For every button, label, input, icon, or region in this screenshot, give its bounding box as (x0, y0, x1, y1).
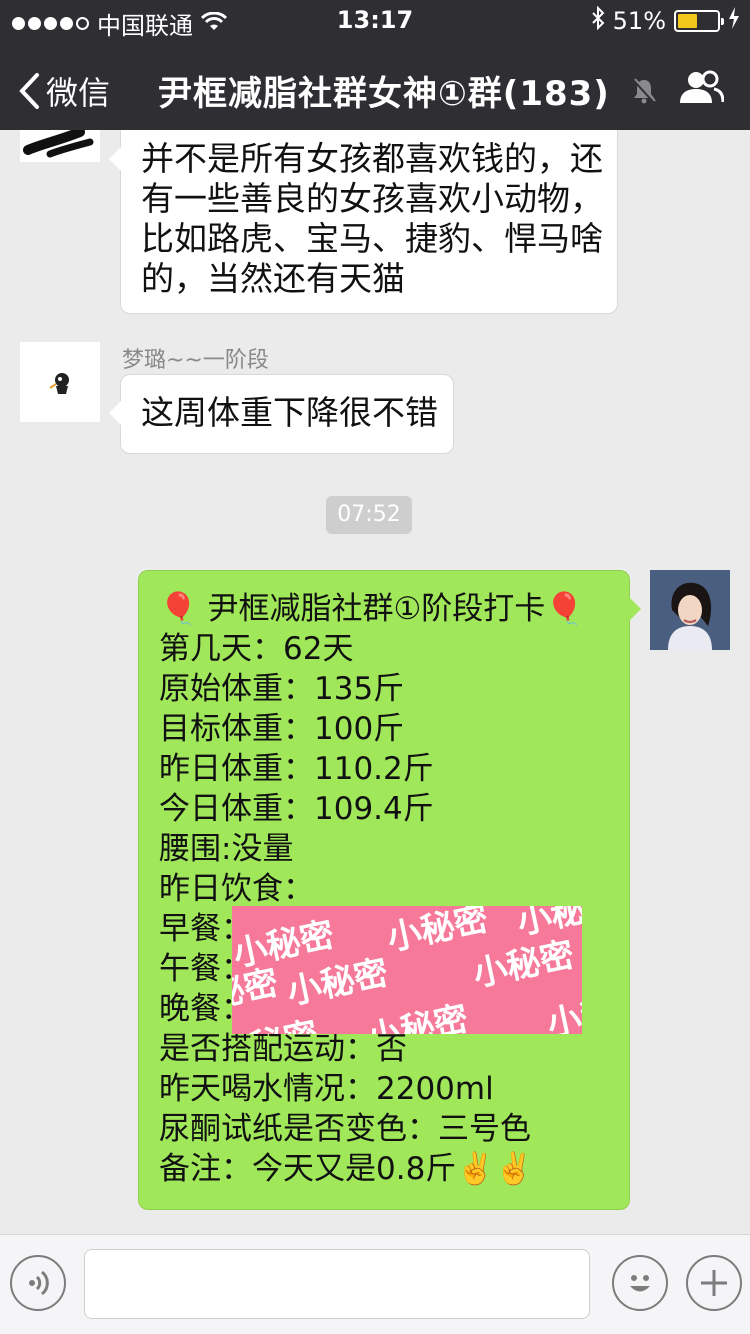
message-text-line: 昨日饮食： (159, 871, 314, 907)
back-button[interactable]: 微信 (18, 68, 110, 114)
message-text: 这周体重下降很不错 (141, 393, 438, 432)
back-label: 微信 (46, 74, 111, 112)
checkin-message-bubble[interactable]: 🎈 尹框减脂社群①阶段打卡🎈 第几天：62天 原始体重：135斤 目标体重：10… (138, 570, 641, 1210)
censor-text: 小秘密 (543, 984, 582, 1034)
message-text-line: 原始体重：135斤 (159, 671, 405, 707)
message-text-line: 昨日体重：110.2斤 (159, 751, 434, 787)
voice-button[interactable] (10, 1255, 66, 1311)
bluetooth-icon (591, 5, 605, 36)
plus-icon (701, 1270, 727, 1296)
emoji-button[interactable] (612, 1255, 668, 1311)
input-bar (0, 1234, 750, 1334)
message-text-line: 第几天：62天 (159, 631, 354, 667)
chat-title: 尹框减脂社群女神①群(183) (158, 74, 610, 114)
message-bubble[interactable]: 这周体重下降很不错 (109, 374, 454, 454)
chevron-left-icon (19, 73, 39, 109)
battery-icon (674, 10, 724, 32)
avatar[interactable] (20, 342, 100, 422)
more-button[interactable] (686, 1255, 742, 1311)
nav-bar: 微信 尹框减脂社群女神①群(183) (0, 40, 750, 130)
censor-text: 小秘密 (363, 998, 472, 1034)
message-text-line: 是否搭配运动：否 (159, 1031, 407, 1067)
message-bubble[interactable]: 并不是所有女孩都喜欢钱的，还 有一些善良的女孩喜欢小动物， 比如路虎、宝马、捷豹… (109, 120, 618, 314)
message-timestamp: 07:52 (326, 496, 412, 534)
message-text-line: 有一些善良的女孩喜欢小动物， (141, 179, 603, 218)
charging-icon (728, 7, 740, 35)
message-text-line: 的，当然还有天猫 (141, 259, 405, 298)
censor-text: 小秘密 (232, 1007, 322, 1034)
message-input[interactable] (84, 1249, 590, 1319)
message-text-line: 备注：今天又是0.8斤✌️✌️ (159, 1151, 534, 1187)
message-text-line: 昨天喝水情况：2200ml (159, 1071, 494, 1107)
mute-icon (632, 78, 656, 108)
message-text-line: 腰围:没量 (159, 831, 294, 867)
voice-icon (29, 1270, 49, 1296)
censor-sticker: 小秘密 小秘密 小秘密 小秘密 小秘密 小秘密 小秘密 小秘密 小秘密 (232, 906, 582, 1034)
sender-name: 梦璐~~一阶段 (122, 348, 269, 373)
emoji-icon (630, 1275, 650, 1292)
message-text-line: 比如路虎、宝马、捷豹、悍马啥 (141, 219, 603, 258)
message-text-line: 尿酮试纸是否变色：三号色 (159, 1111, 531, 1147)
battery-percent: 51% (612, 7, 666, 35)
top-bar: 中国联通 13:17 51% 微信 尹框减脂社群女神①群(183) (0, 0, 750, 130)
message-text-line: 并不是所有女孩都喜欢钱的，还 (141, 139, 603, 178)
message-text-line: 🎈 尹框减脂社群①阶段打卡🎈 (159, 591, 584, 627)
message-text-line: 今日体重：109.4斤 (159, 791, 434, 827)
my-avatar[interactable] (650, 570, 730, 650)
status-bar: 中国联通 13:17 51% (0, 0, 750, 40)
message-text-line: 目标体重：100斤 (159, 711, 405, 747)
group-members-icon[interactable] (678, 70, 725, 108)
